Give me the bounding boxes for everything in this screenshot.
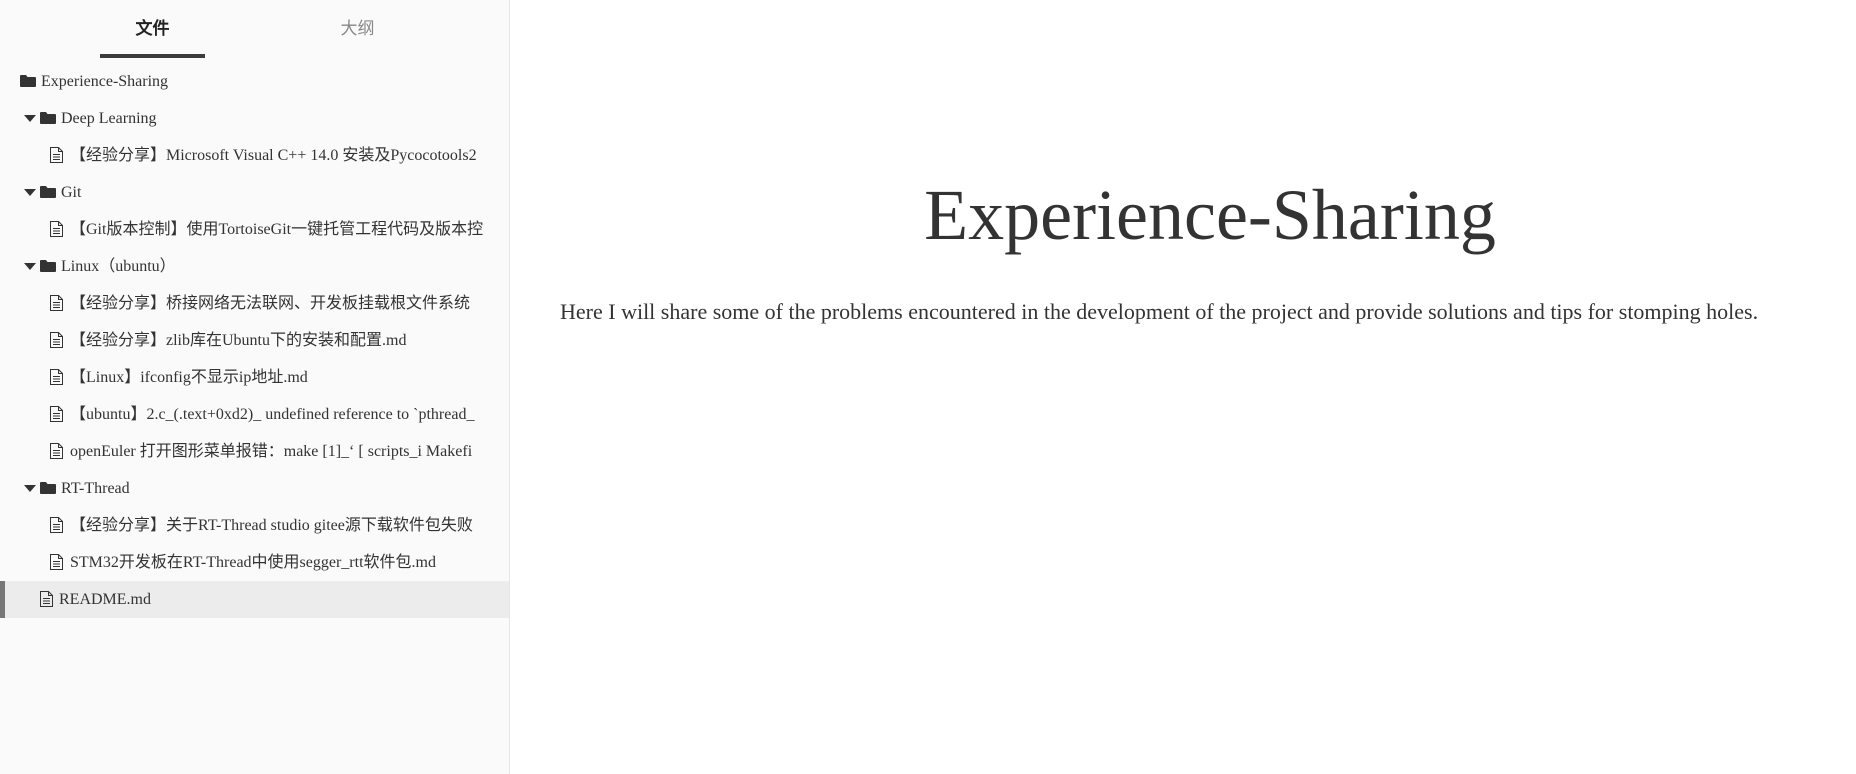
document-icon bbox=[40, 591, 53, 607]
tree-file-label: 【Git版本控制】使用TortoiseGit一键托管工程代码及版本控 bbox=[70, 221, 484, 238]
chevron-down-icon[interactable] bbox=[24, 115, 36, 122]
document-icon bbox=[50, 147, 63, 163]
tree-file-item[interactable]: openEuler 打开图形菜单报错：make [1]_‘ [ scripts_… bbox=[0, 433, 509, 470]
document-icon bbox=[50, 295, 63, 311]
tree-folder-label: Git bbox=[61, 184, 82, 201]
tree-file-label: 【经验分享】关于RT-Thread studio gitee源下载软件包失败 bbox=[70, 517, 473, 534]
selection-indicator bbox=[0, 581, 5, 618]
tree-file-item[interactable]: 【经验分享】Microsoft Visual C++ 14.0 安装及Pycoc… bbox=[0, 137, 509, 174]
tree-file-item[interactable]: STM32开发板在RT-Thread中使用segger_rtt软件包.md bbox=[0, 544, 509, 581]
tree-folder-git[interactable]: Git bbox=[0, 174, 509, 211]
tree-file-label: README.md bbox=[59, 591, 151, 608]
tree-file-label: 【经验分享】桥接网络无法联网、开发板挂载根文件系统 bbox=[70, 295, 471, 312]
tree-folder-label: Deep Learning bbox=[61, 110, 157, 127]
document-icon bbox=[50, 443, 63, 459]
tree-file-label: 【Linux】ifconfig不显示ip地址.md bbox=[70, 369, 308, 386]
tree-file-label: openEuler 打开图形菜单报错：make [1]_‘ [ scripts_… bbox=[70, 443, 473, 460]
tree-file-item[interactable]: 【Git版本控制】使用TortoiseGit一键托管工程代码及版本控 bbox=[0, 211, 509, 248]
document-icon bbox=[50, 332, 63, 348]
tree-file-item[interactable]: 【ubuntu】2.c_(.text+0xd2)_ undefined refe… bbox=[0, 396, 509, 433]
tab-outline[interactable]: 大纲 bbox=[305, 0, 410, 58]
tree-file-label: 【经验分享】Microsoft Visual C++ 14.0 安装及Pycoc… bbox=[70, 147, 477, 164]
tree-file-readme[interactable]: README.md bbox=[0, 581, 509, 618]
tree-root-folder[interactable]: Experience-Sharing bbox=[0, 63, 509, 100]
document-icon bbox=[50, 369, 63, 385]
tree-folder-label: Linux（ubuntu） bbox=[61, 258, 176, 275]
tree-file-label: 【ubuntu】2.c_(.text+0xd2)_ undefined refe… bbox=[70, 406, 475, 423]
page-description: Here I will share some of the problems e… bbox=[560, 299, 1759, 324]
tree-folder-deep-learning[interactable]: Deep Learning bbox=[0, 100, 509, 137]
folder-icon bbox=[20, 75, 36, 87]
tree-file-label: 【经验分享】zlib库在Ubuntu下的安装和配置.md bbox=[70, 332, 407, 349]
active-tab-indicator bbox=[100, 54, 205, 58]
page-title: Experience-Sharing bbox=[924, 175, 1496, 255]
tree-folder-label: RT-Thread bbox=[61, 480, 130, 497]
folder-icon bbox=[40, 260, 56, 272]
tab-outline-label: 大纲 bbox=[340, 19, 375, 39]
chevron-down-icon[interactable] bbox=[24, 485, 36, 492]
tab-files-label: 文件 bbox=[135, 19, 170, 39]
tree-file-item[interactable]: 【Linux】ifconfig不显示ip地址.md bbox=[0, 359, 509, 396]
tree-root-label: Experience-Sharing bbox=[41, 73, 169, 90]
tree-file-item[interactable]: 【经验分享】桥接网络无法联网、开发板挂载根文件系统 bbox=[0, 285, 509, 322]
document-icon bbox=[50, 406, 63, 422]
tree-folder-rt-thread[interactable]: RT-Thread bbox=[0, 470, 509, 507]
tree-file-item[interactable]: 【经验分享】zlib库在Ubuntu下的安装和配置.md bbox=[0, 322, 509, 359]
document-icon bbox=[50, 517, 63, 533]
chevron-down-icon[interactable] bbox=[24, 263, 36, 270]
tab-files[interactable]: 文件 bbox=[100, 0, 205, 58]
folder-icon bbox=[40, 112, 56, 124]
document-content: Experience-Sharing Here I will share som… bbox=[510, 0, 1856, 774]
document-icon bbox=[50, 221, 63, 237]
folder-icon bbox=[40, 186, 56, 198]
folder-icon bbox=[40, 482, 56, 494]
app-window: 文件 大纲 Experience-Sharing Deep Learning 【… bbox=[0, 0, 1856, 774]
document-icon bbox=[50, 554, 63, 570]
sidebar-tabs: 文件 大纲 bbox=[0, 0, 509, 58]
file-tree: Experience-Sharing Deep Learning 【经验分享】M… bbox=[0, 63, 509, 618]
tree-file-label: STM32开发板在RT-Thread中使用segger_rtt软件包.md bbox=[70, 554, 436, 571]
sidebar: 文件 大纲 Experience-Sharing Deep Learning 【… bbox=[0, 0, 510, 774]
tree-folder-linux[interactable]: Linux（ubuntu） bbox=[0, 248, 509, 285]
chevron-down-icon[interactable] bbox=[24, 189, 36, 196]
tree-file-item[interactable]: 【经验分享】关于RT-Thread studio gitee源下载软件包失败 bbox=[0, 507, 509, 544]
